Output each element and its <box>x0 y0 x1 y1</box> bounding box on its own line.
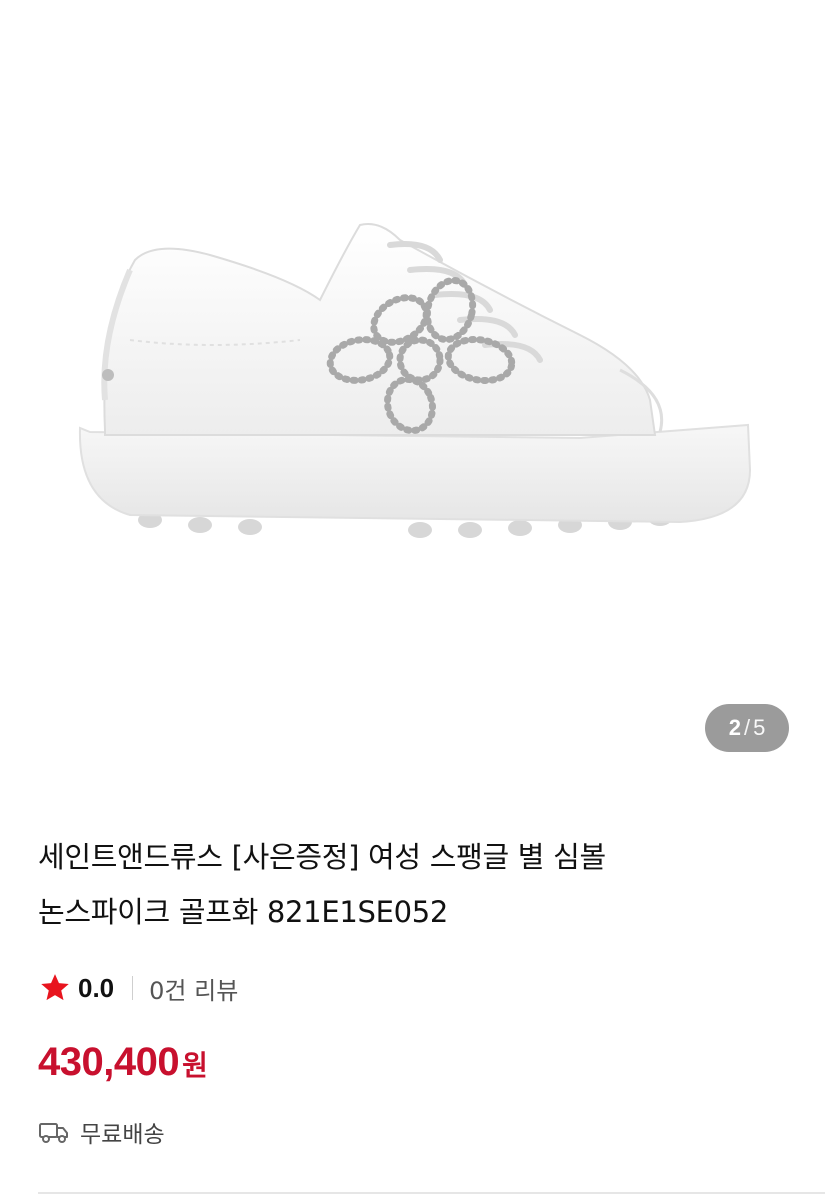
product-info: 세인트앤드류스 [사은증정] 여성 스팽글 별 심볼 논스파이크 골프화 821… <box>38 830 798 1149</box>
shipping-info: 무료배송 <box>80 1122 165 1148</box>
product-image-gallery[interactable]: 2 / 5 <box>0 0 825 790</box>
star-icon <box>41 974 69 1001</box>
rating-row[interactable]: 0.0 0건 리뷰 <box>38 970 798 1006</box>
rating-value: 0.0 <box>78 972 115 1003</box>
product-title-line2: 논스파이크 골프화 821E1SE052 <box>38 895 449 929</box>
section-divider <box>38 1192 825 1194</box>
rating-divider <box>132 976 134 1000</box>
shipping-row: 무료배송 <box>38 1115 798 1149</box>
product-image <box>78 223 752 538</box>
page-separator: / <box>743 715 751 740</box>
product-price: 430,400 <box>38 1040 180 1084</box>
review-count-link[interactable]: 0건 리뷰 <box>149 971 238 1006</box>
price-currency: 원 <box>182 1049 208 1082</box>
current-page: 2 <box>728 715 741 740</box>
image-page-indicator: 2 / 5 <box>705 704 789 752</box>
product-title: 세인트앤드류스 [사은증정] 여성 스팽글 별 심볼 논스파이크 골프화 821… <box>38 830 798 940</box>
price-row: 430,400 원 <box>38 1040 798 1085</box>
product-title-line1: 세인트앤드류스 [사은증정] 여성 스팽글 별 심볼 <box>38 840 606 874</box>
total-pages: 5 <box>753 715 766 740</box>
delivery-truck-icon <box>39 1123 68 1143</box>
